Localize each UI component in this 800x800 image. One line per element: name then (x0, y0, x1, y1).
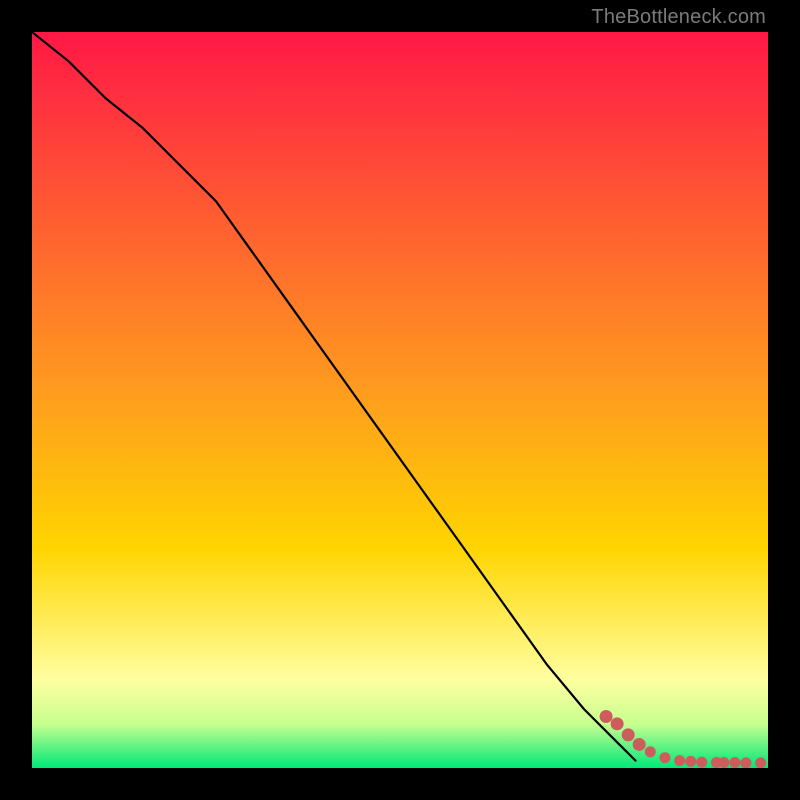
gradient-background (32, 32, 768, 768)
dot (685, 756, 696, 767)
dot (633, 738, 646, 751)
dot (611, 717, 624, 730)
chart-svg (32, 32, 768, 768)
dot (674, 755, 685, 766)
dot (696, 757, 707, 768)
chart-frame: TheBottleneck.com (0, 0, 800, 800)
plot-area (32, 32, 768, 768)
dot (645, 746, 656, 757)
dot (718, 757, 729, 768)
attribution-text: TheBottleneck.com (591, 6, 766, 29)
dot (600, 710, 613, 723)
dot (740, 757, 751, 768)
dot (755, 757, 766, 768)
dot (659, 752, 670, 763)
dot (729, 757, 740, 768)
dot (622, 728, 635, 741)
